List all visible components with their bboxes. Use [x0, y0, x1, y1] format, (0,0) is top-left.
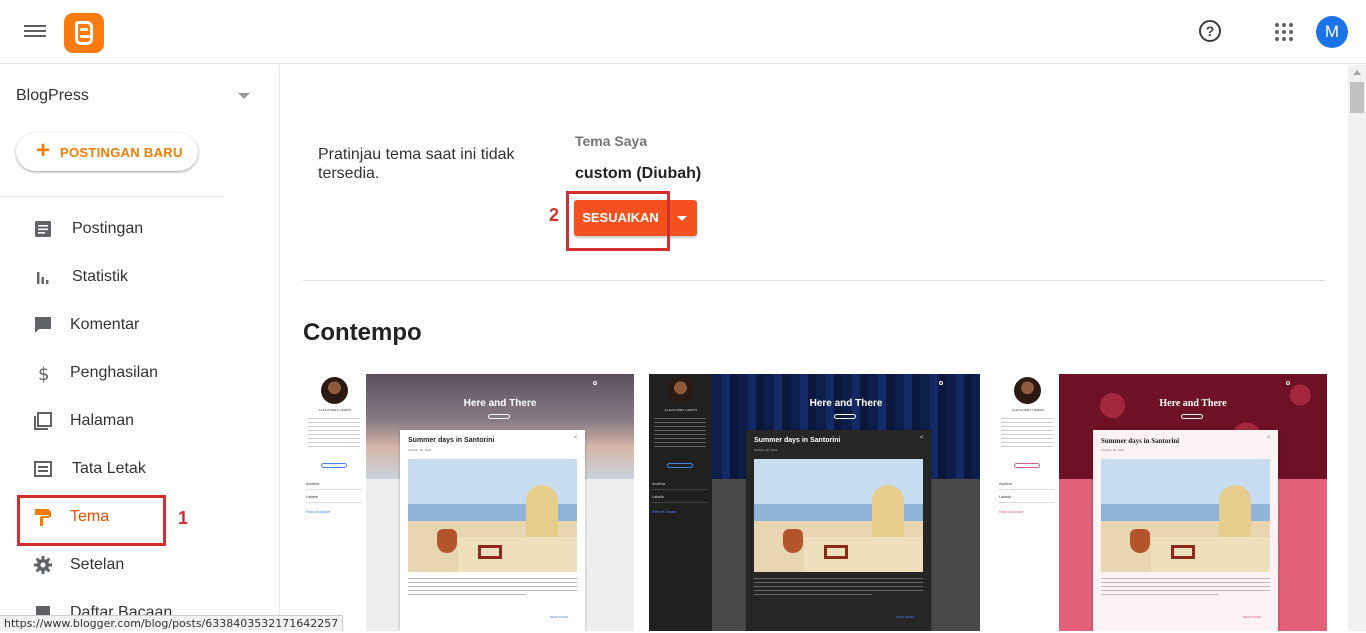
sidebar-item-label: Statistik — [72, 268, 129, 285]
card-report: Report Abuse — [999, 509, 1024, 514]
annotation-marker-2: 2 — [549, 205, 560, 225]
card-sidebar: ALEXANDRA HERMS Archive Labels Report Ab… — [649, 374, 712, 631]
card-post: Summer days in Santorini October 18, 201… — [746, 430, 931, 631]
card-author: ALEXANDRA HERMS — [318, 408, 352, 412]
card-post-date: October 18, 2016 — [408, 448, 432, 452]
new-post-button[interactable]: + POSTINGAN BARU — [16, 133, 198, 171]
card-post-title: Summer days in Santorini — [408, 437, 495, 444]
customize-dropdown-button[interactable] — [668, 200, 697, 236]
plus-icon: + — [36, 137, 51, 164]
card-archive: Archive — [999, 481, 1013, 486]
sidebar-item-label: Postingan — [72, 220, 144, 237]
sidebar-item-statistik[interactable]: Statistik — [0, 257, 270, 297]
search-icon — [1286, 381, 1290, 385]
sidebar-divider — [0, 196, 224, 197]
card-labels: Labels — [652, 494, 664, 499]
page-scrollbar[interactable] — [1348, 65, 1366, 631]
card-blog-title: Here and There — [463, 398, 537, 409]
author-avatar — [667, 377, 694, 404]
author-avatar — [321, 377, 348, 404]
top-app-bar: ? M — [0, 0, 1366, 64]
section-divider — [303, 280, 1326, 281]
svg-text:$: $ — [38, 364, 49, 383]
card-read-more: READ MORE — [550, 615, 569, 619]
santorini-photo — [754, 459, 923, 572]
main-content: Pratinjau tema saat ini tidak tersedia. … — [281, 65, 1348, 631]
help-circle-icon[interactable]: ? — [1199, 20, 1221, 42]
posts-icon — [35, 221, 51, 237]
hamburger-menu-icon[interactable] — [24, 22, 46, 42]
card-blog-title: Here and There — [809, 398, 883, 409]
card-report: Report Abuse — [306, 509, 331, 514]
layout-icon — [34, 461, 52, 477]
share-icon: < — [920, 435, 924, 441]
annotation-box-1 — [17, 495, 166, 546]
sidebar-item-label: Setelan — [70, 556, 125, 573]
theme-section-title: Contempo — [303, 319, 422, 346]
annotation-marker-1: 1 — [178, 508, 189, 528]
sidebar-item-komentar[interactable]: Komentar — [0, 305, 270, 345]
sidebar-item-setelan[interactable]: Setelan — [0, 545, 270, 585]
new-post-label: POSTINGAN BARU — [60, 145, 183, 160]
annotation-box-2 — [566, 191, 670, 251]
card-post-date: October 18, 2016 — [1101, 448, 1125, 452]
sidebar-item-label: Tata Letak — [72, 460, 146, 477]
share-icon: < — [574, 435, 578, 441]
chevron-down-icon[interactable] — [238, 93, 250, 99]
search-icon — [939, 381, 943, 385]
account-avatar[interactable]: M — [1316, 16, 1348, 48]
card-post-title: Summer days in Santorini — [1101, 437, 1180, 445]
card-sidebar: ALEXANDRA HERMS Archive Labels Report Ab… — [996, 374, 1059, 631]
stats-icon — [37, 272, 49, 284]
dollar-icon: $ — [38, 364, 49, 383]
current-theme-name: custom (Diubah) — [575, 165, 702, 182]
sidebar-item-halaman[interactable]: Halaman — [0, 401, 270, 441]
card-report: Report Abuse — [652, 509, 677, 514]
blogger-logo-icon[interactable] — [64, 13, 104, 53]
card-post-title: Summer days in Santorini — [754, 437, 841, 444]
pages-icon — [34, 412, 52, 430]
santorini-photo — [1101, 459, 1270, 572]
card-post: Summer days in Santorini October 18, 201… — [1093, 430, 1278, 631]
sidebar-item-tata-letak[interactable]: Tata Letak — [0, 449, 270, 489]
card-read-more: READ MORE — [1243, 615, 1262, 619]
card-blog-title: Here and There — [1159, 398, 1227, 409]
card-author: ALEXANDRA HERMS — [1011, 408, 1045, 412]
scroll-up-icon[interactable] — [1353, 70, 1361, 75]
apps-grid-icon[interactable] — [1275, 23, 1293, 41]
theme-card-floral[interactable]: ALEXANDRA HERMS Archive Labels Report Ab… — [996, 374, 1327, 631]
theme-card-light[interactable]: ALEXANDRA HERMS Archive Labels Report Ab… — [303, 374, 634, 631]
card-archive: Archive — [652, 481, 666, 486]
comments-icon — [35, 317, 51, 333]
card-sidebar: ALEXANDRA HERMS Archive Labels Report Ab… — [303, 374, 366, 631]
sidebar-item-postingan[interactable]: Postingan — [0, 209, 270, 249]
status-bar-url: https://www.blogger.com/blog/posts/63384… — [0, 615, 344, 631]
preview-unavailable-message: Pratinjau tema saat ini tidak tersedia. — [318, 146, 515, 182]
sidebar-item-penghasilan[interactable]: $ Penghasilan — [0, 353, 270, 393]
sidebar: BlogPress + POSTINGAN BARU Postingan Sta… — [0, 65, 280, 631]
card-labels: Labels — [999, 494, 1011, 499]
card-post: Summer days in Santorini October 18, 201… — [400, 430, 585, 631]
my-theme-label: Tema Saya — [575, 133, 648, 149]
share-icon: < — [1267, 435, 1271, 441]
theme-card-dark[interactable]: ALEXANDRA HERMS Archive Labels Report Ab… — [649, 374, 980, 631]
card-post-date: October 18, 2016 — [754, 448, 778, 452]
santorini-photo — [408, 459, 577, 572]
search-icon — [593, 381, 597, 385]
scrollbar-thumb[interactable] — [1350, 82, 1364, 113]
card-author: ALEXANDRA HERMS — [664, 408, 698, 412]
sidebar-item-label: Komentar — [70, 316, 140, 333]
card-labels: Labels — [306, 494, 318, 499]
card-read-more: READ MORE — [896, 615, 915, 619]
card-archive: Archive — [306, 481, 320, 486]
author-avatar — [1014, 377, 1041, 404]
blog-selector[interactable]: BlogPress — [16, 87, 89, 105]
sidebar-item-label: Halaman — [70, 412, 135, 429]
gear-icon — [34, 556, 52, 574]
sidebar-item-label: Penghasilan — [70, 364, 159, 381]
